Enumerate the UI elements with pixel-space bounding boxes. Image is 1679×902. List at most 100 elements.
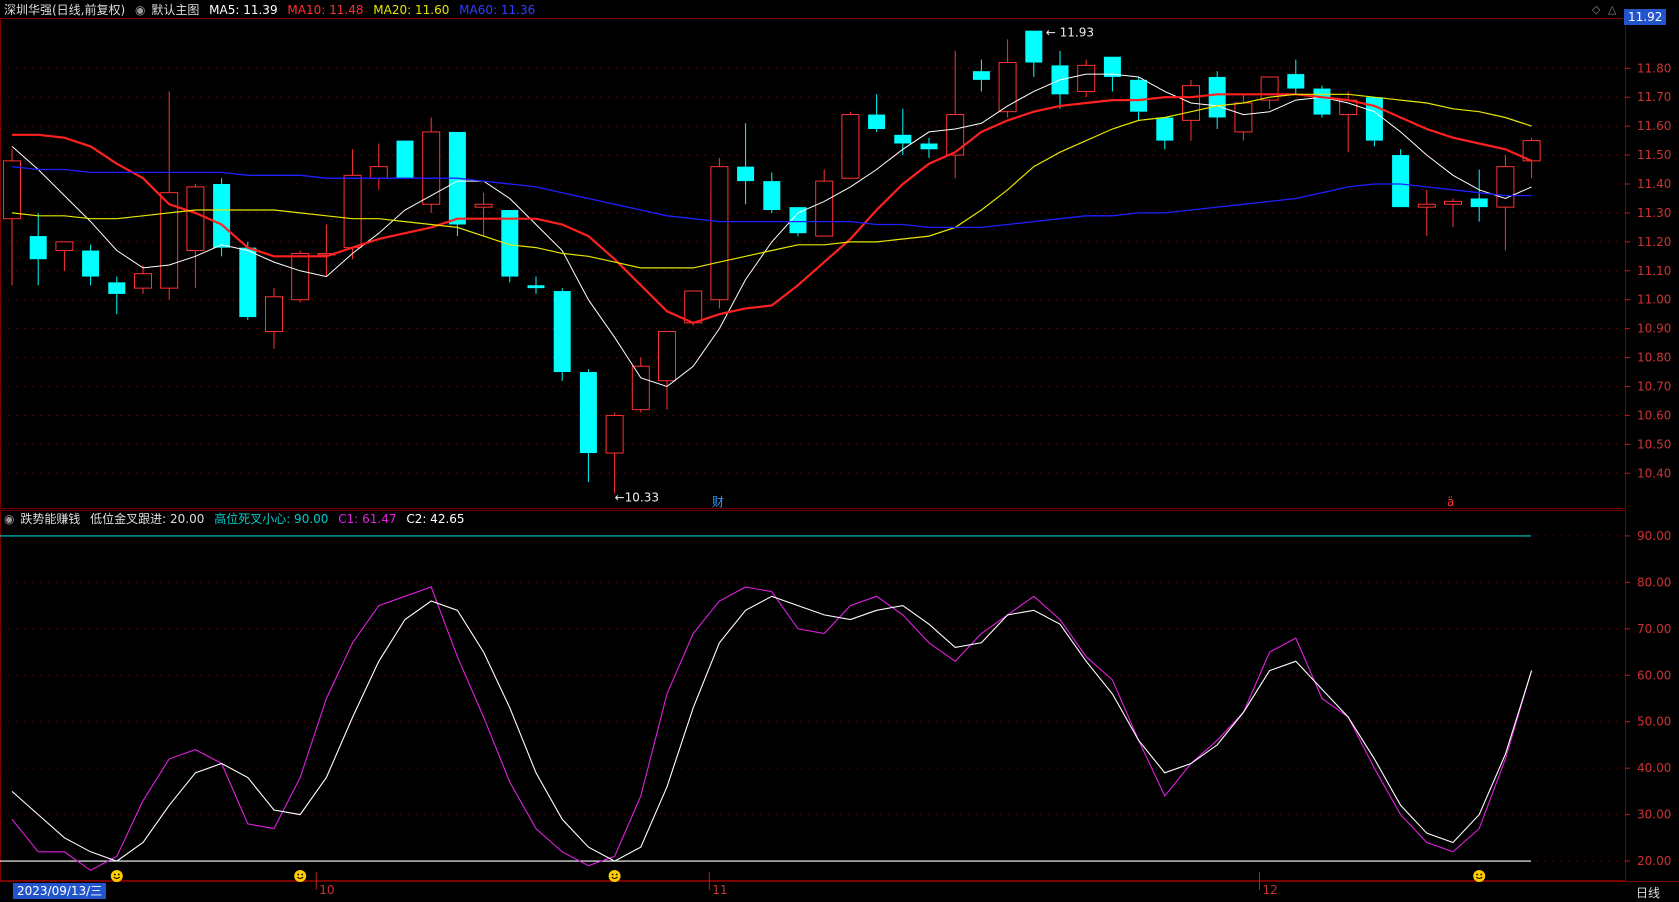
candle-body-up xyxy=(291,252,310,301)
candle-body-down xyxy=(1392,155,1410,208)
c1-label: C1: 61.47 xyxy=(338,512,397,526)
main-header: 深圳华强(日线,前复权) ◉ 默认主图 MA5: 11.39 MA10: 11.… xyxy=(4,1,541,19)
smiley-eye xyxy=(1480,873,1483,876)
candle-body-up xyxy=(946,114,965,156)
main-y-tick-label: 10.90 xyxy=(1637,322,1671,336)
candle-body-down xyxy=(894,134,912,144)
main-y-tick-label: 10.60 xyxy=(1637,408,1671,422)
candle-body-down xyxy=(527,285,545,289)
candle-body-down xyxy=(1208,76,1226,118)
candle-body-down xyxy=(763,181,781,211)
smiley-eye xyxy=(611,873,614,876)
sub-y-tick-label: 80.00 xyxy=(1637,575,1671,589)
sub-y-tick-label: 20.00 xyxy=(1637,854,1671,868)
candle-body-down xyxy=(239,247,257,318)
diamond-icon[interactable]: ◇ xyxy=(1592,3,1600,16)
main-y-tick-label: 10.80 xyxy=(1637,351,1671,365)
indicator-line-c1 xyxy=(11,586,1533,872)
indicator-menu[interactable]: 默认主图 xyxy=(151,3,199,17)
candle-body-up xyxy=(369,166,388,179)
indicator-layer xyxy=(0,535,1533,882)
grid-layer xyxy=(0,67,1625,862)
smiley-eye xyxy=(117,873,120,876)
candle-body-up xyxy=(815,180,834,237)
smiley-icon xyxy=(110,870,123,882)
date-pill[interactable]: 2023/09/13/三 xyxy=(13,883,107,899)
smiley-eye xyxy=(301,873,304,876)
smiley-eye xyxy=(1476,873,1479,876)
up-arrow-icon[interactable]: △ xyxy=(1608,3,1616,16)
dropdown-icon[interactable]: ◉ xyxy=(4,512,14,526)
candle-body-up xyxy=(998,62,1017,113)
main-y-tick-label: 11.10 xyxy=(1637,264,1671,278)
main-y-tick-label: 10.40 xyxy=(1637,466,1671,480)
indicator-line-c2 xyxy=(11,595,1533,862)
ma5-label: MA5: 11.39 xyxy=(209,3,278,17)
main-y-tick-label: 10.50 xyxy=(1637,437,1671,451)
current-price-tag: 11.92 xyxy=(1624,9,1667,25)
candle-body-up xyxy=(1444,200,1462,205)
ma-line-ma5 xyxy=(11,73,1532,388)
candle-body-down xyxy=(82,250,100,277)
low-cross-label: 低位金叉跟进: 20.00 xyxy=(90,512,205,526)
ma20-label: MA20: 11.60 xyxy=(373,3,450,17)
candle-body-down xyxy=(1287,74,1305,89)
candle-body-up xyxy=(422,131,441,205)
dropdown-icon[interactable]: ◉ xyxy=(135,3,145,17)
sub-y-tick-label: 50.00 xyxy=(1637,715,1671,729)
main-y-tick-label: 11.40 xyxy=(1637,177,1671,191)
sub-y-tick-label: 70.00 xyxy=(1637,622,1671,636)
candle-body-down xyxy=(1130,79,1148,112)
candle-body-up xyxy=(1496,166,1515,208)
candle-body-up xyxy=(265,296,283,333)
finance-marker: 财 xyxy=(712,495,724,509)
candle-body-up xyxy=(134,273,152,289)
stock-chart-canvas[interactable]: 11.80 11.70 11.60 11.50 11.40 11.30 11.20 11.10… xyxy=(0,0,1679,902)
indicator-name[interactable]: 跌势能赚钱 xyxy=(20,512,80,526)
sub-y-tick-label: 90.00 xyxy=(1637,529,1671,543)
candle-body-down xyxy=(868,114,886,130)
candle-body-down xyxy=(396,140,414,179)
sub-y-tick-label: 30.00 xyxy=(1637,808,1671,822)
axes-layer: 11.80 11.70 11.60 11.50 11.40 11.30 11.20 11.10… xyxy=(0,18,1679,897)
candle-body-up xyxy=(474,203,493,208)
candle-body-up xyxy=(841,114,860,179)
sub-plot-frame xyxy=(0,510,1626,881)
main-y-tick-label: 11.50 xyxy=(1637,148,1671,162)
candle-body-down xyxy=(108,282,126,294)
c2-label: C2: 42.65 xyxy=(406,512,465,526)
candle-body-up xyxy=(1077,64,1096,92)
candle-body-up xyxy=(631,365,650,411)
candle-body-down xyxy=(1025,30,1043,63)
candlestick-layer xyxy=(3,30,1541,494)
candle-body-up xyxy=(684,290,703,324)
period-label[interactable]: 日线 xyxy=(1636,884,1660,901)
candle-body-down xyxy=(1313,88,1331,115)
candle-body-up xyxy=(710,166,729,301)
main-y-tick-label: 11.20 xyxy=(1637,235,1671,249)
smiley-eye xyxy=(297,873,300,876)
stock-title[interactable]: 深圳华强(日线,前复权) xyxy=(4,3,125,17)
candle-body-down xyxy=(1156,117,1174,141)
candle-body-down xyxy=(1470,198,1488,208)
candle-body-up xyxy=(343,174,362,249)
month-label: 11 xyxy=(712,883,727,897)
candle-body-up xyxy=(1234,102,1253,133)
smiley-icon xyxy=(294,870,307,882)
month-label: 10 xyxy=(319,883,334,897)
candle-body-up xyxy=(186,186,205,252)
candle-body-down xyxy=(213,184,231,248)
ma10-label: MA10: 11.48 xyxy=(287,3,364,17)
sub-header: ◉ 跌势能赚钱 低位金叉跟进: 20.00 高位死叉小心: 90.00 C1: … xyxy=(4,510,471,528)
low-price-annotation: ←10.33 xyxy=(615,491,659,505)
smiley-eye xyxy=(113,873,116,876)
main-y-tick-label: 11.70 xyxy=(1637,90,1671,104)
candle-body-up xyxy=(605,414,624,454)
main-y-tick-label: 11.00 xyxy=(1637,293,1671,307)
candle-body-down xyxy=(920,143,938,150)
candle-body-down xyxy=(29,236,47,260)
sub-y-tick-label: 40.00 xyxy=(1637,761,1671,775)
red-marker: ä xyxy=(1447,495,1454,509)
candle-body-up xyxy=(3,160,21,220)
main-y-tick-label: 10.70 xyxy=(1637,380,1671,394)
